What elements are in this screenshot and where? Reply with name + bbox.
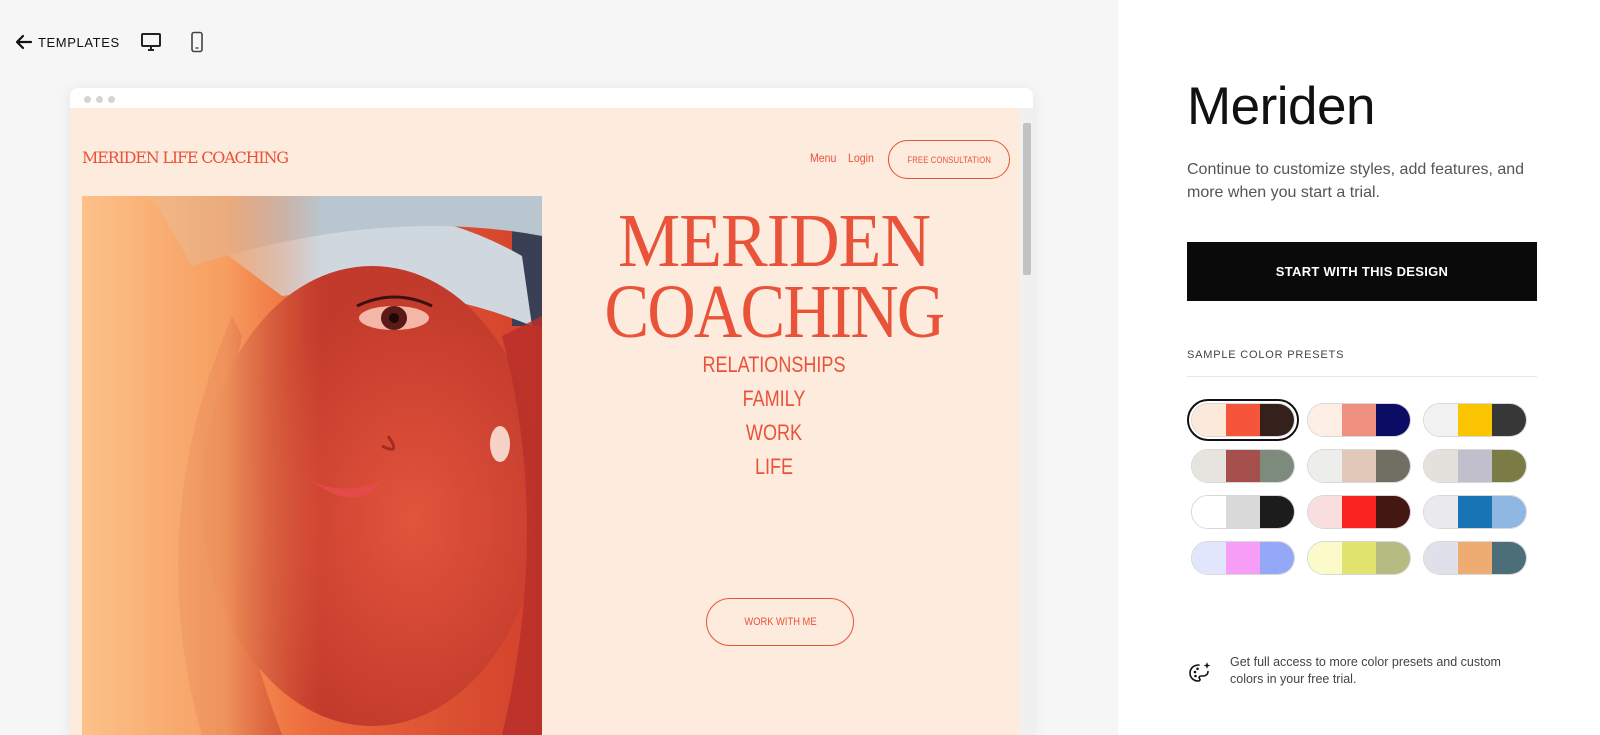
color-swatch-2 <box>1342 404 1376 436</box>
design-panel: Meriden Continue to customize styles, ad… <box>1118 0 1600 735</box>
color-swatch-3 <box>1260 450 1294 482</box>
palette-sparkle-icon <box>1189 662 1211 682</box>
template-preview-page: MERIDEN LIFE COACHING Menu Login FREE CO… <box>70 108 1020 735</box>
hero-subtitle-relationships: RELATIONSHIPS <box>702 352 846 377</box>
preview-scrollbar[interactable] <box>1020 108 1033 735</box>
color-swatch-3 <box>1492 496 1526 528</box>
hero-title-line-2: COACHING <box>604 270 946 354</box>
arrow-left-icon <box>15 34 33 50</box>
color-swatch-1 <box>1192 496 1226 528</box>
color-swatch-3 <box>1376 496 1410 528</box>
color-swatch-1 <box>1308 404 1342 436</box>
browser-preview-frame: MERIDEN LIFE COACHING Menu Login FREE CO… <box>70 88 1033 735</box>
color-preset-4[interactable] <box>1191 449 1295 483</box>
color-swatch-1 <box>1424 542 1458 574</box>
color-swatch-2 <box>1226 542 1260 574</box>
color-preset-7[interactable] <box>1191 495 1295 529</box>
color-swatch-2 <box>1458 450 1492 482</box>
color-swatch-3 <box>1260 542 1294 574</box>
color-swatch-2 <box>1458 496 1492 528</box>
hero-portrait-image <box>82 196 542 735</box>
color-preset-10[interactable] <box>1191 541 1295 575</box>
site-nav-menu[interactable]: Menu <box>810 151 836 165</box>
color-swatch-1 <box>1308 450 1342 482</box>
hero-subtitle-work: WORK <box>745 420 803 445</box>
color-swatch-1 <box>1424 404 1458 436</box>
site-logo[interactable]: MERIDEN LIFE COACHING <box>82 148 289 167</box>
color-swatch-2 <box>1342 496 1376 528</box>
color-swatch-1 <box>1192 450 1226 482</box>
back-to-templates-button[interactable]: TEMPLATES <box>14 32 120 52</box>
mobile-view-button[interactable] <box>185 30 209 54</box>
free-consultation-label: FREE CONSULTATION <box>907 154 991 165</box>
color-swatch-3 <box>1492 404 1526 436</box>
color-swatch-3 <box>1492 450 1526 482</box>
work-with-me-button[interactable]: WORK WITH ME <box>706 598 854 646</box>
template-title: Meriden <box>1187 77 1375 136</box>
color-swatch-1 <box>1192 404 1226 436</box>
color-swatch-2 <box>1342 542 1376 574</box>
color-preset-9[interactable] <box>1423 495 1527 529</box>
color-preset-3[interactable] <box>1423 403 1527 437</box>
color-preset-2[interactable] <box>1307 403 1411 437</box>
color-preset-5[interactable] <box>1307 449 1411 483</box>
color-swatch-2 <box>1226 404 1260 436</box>
preview-area: TEMPLATES MERIDEN LIFE COACHING Menu Log… <box>0 0 1118 735</box>
color-swatch-1 <box>1424 496 1458 528</box>
upsell-text: Get full access to more color presets an… <box>1230 655 1501 686</box>
desktop-icon <box>141 33 161 51</box>
free-consultation-button[interactable]: FREE CONSULTATION <box>888 140 1010 179</box>
color-preset-6[interactable] <box>1423 449 1527 483</box>
window-dots <box>84 96 115 103</box>
preview-scroll-thumb[interactable] <box>1023 123 1031 275</box>
color-swatch-3 <box>1492 542 1526 574</box>
color-swatch-1 <box>1424 450 1458 482</box>
color-preset-12[interactable] <box>1423 541 1527 575</box>
color-swatch-3 <box>1376 450 1410 482</box>
color-swatch-2 <box>1458 404 1492 436</box>
hero-subtitle-life: LIFE <box>754 454 794 479</box>
preview-toolbar: TEMPLATES <box>14 30 203 54</box>
color-swatch-2 <box>1226 496 1260 528</box>
color-swatch-2 <box>1226 450 1260 482</box>
site-nav-login[interactable]: Login <box>848 151 874 165</box>
color-swatch-3 <box>1376 542 1410 574</box>
color-preset-1[interactable] <box>1187 399 1299 441</box>
color-preset-8[interactable] <box>1307 495 1411 529</box>
work-with-me-label: WORK WITH ME <box>743 616 817 628</box>
color-swatch-1 <box>1192 542 1226 574</box>
hero-subtitle-family: FAMILY <box>742 386 806 411</box>
color-swatch-3 <box>1376 404 1410 436</box>
template-description: Continue to customize styles, add featur… <box>1187 161 1525 201</box>
back-label: TEMPLATES <box>38 34 120 50</box>
color-swatch-1 <box>1308 542 1342 574</box>
portrait-illustration <box>82 196 542 735</box>
color-swatch-2 <box>1458 542 1492 574</box>
mobile-icon <box>191 31 203 53</box>
color-swatch-3 <box>1260 496 1294 528</box>
hero-title-line-1: MERIDEN <box>617 199 931 283</box>
upsell-note: Get full access to more color presets an… <box>1187 654 1530 688</box>
start-with-this-design-button[interactable]: START WITH THIS DESIGN <box>1187 242 1537 301</box>
desktop-view-button[interactable] <box>139 30 163 54</box>
color-preset-11[interactable] <box>1307 541 1411 575</box>
presets-divider <box>1187 376 1537 377</box>
color-swatch-3 <box>1260 404 1294 436</box>
color-swatch-2 <box>1342 450 1376 482</box>
color-swatch-1 <box>1308 496 1342 528</box>
presets-heading: SAMPLE COLOR PRESETS <box>1187 349 1345 361</box>
